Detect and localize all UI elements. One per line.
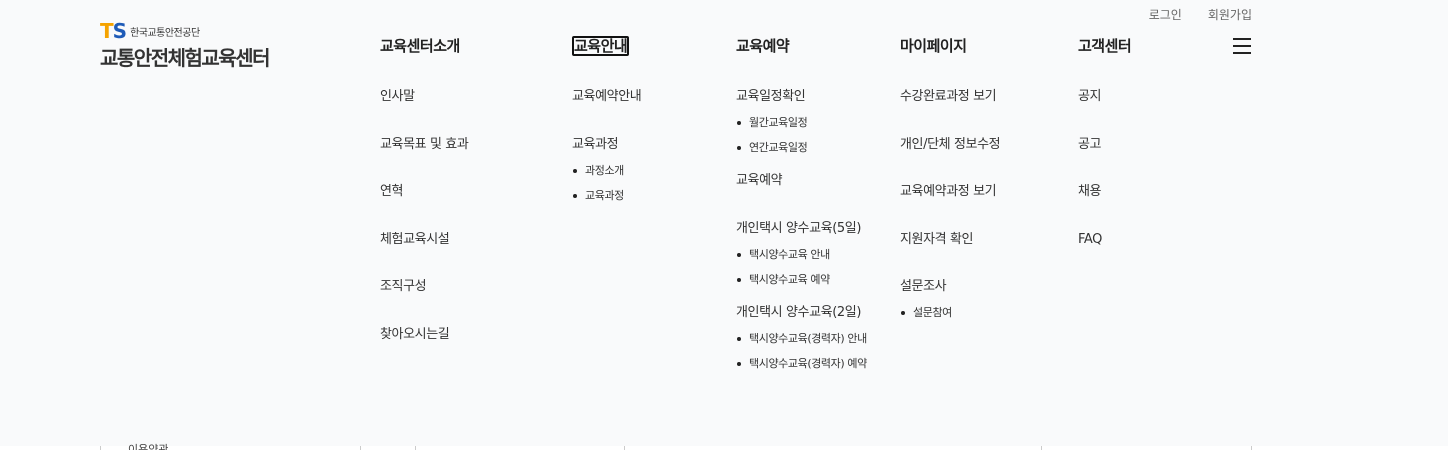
nav-group: 지원자격 확인	[900, 230, 1000, 250]
nav-column: 교육센터소개인사말교육목표 및 효과연혁체험교육시설조직구성찾아오시는길	[380, 36, 469, 345]
nav-items: 수강완료과정 보기 개인/단체 정보수정 교육예약과정 보기 지원자격 확인 설문조사 설…	[900, 87, 1001, 322]
signup-link[interactable]: 회원가입	[1208, 6, 1252, 23]
nav-item[interactable]: 설문조사	[900, 277, 1000, 297]
site-title: 교통안전체험교육센터	[100, 46, 271, 70]
hamburger-menu-icon[interactable]	[1233, 38, 1251, 54]
nav-items: 교육일정확인월간교육일정연간교육일정교육예약개인택시 양수교육(5일) 택시양수교…	[736, 87, 867, 373]
login-link[interactable]: 로그인	[1149, 6, 1182, 23]
divider	[1251, 446, 1252, 450]
nav-sub-list: 과정소개교육과정	[572, 161, 641, 205]
nav-item[interactable]: 교육목표 및 효과	[380, 135, 469, 155]
nav-group: 체험교육시설	[380, 230, 468, 250]
nav-group: 연혁	[380, 182, 468, 202]
nav-item[interactable]: 채용	[1078, 182, 1131, 202]
divider	[100, 446, 101, 450]
nav-title[interactable]: 교육안내	[572, 36, 630, 56]
nav-sub-item[interactable]: 과정소개	[572, 161, 641, 180]
org-name: 한국교통안전공단	[130, 27, 200, 39]
nav-group: 교육예약안내	[572, 87, 642, 107]
nav-sub-list: 설문참여	[900, 303, 1000, 322]
nav-item[interactable]: 교육과정	[572, 135, 641, 155]
nav-item[interactable]: 교육예약안내	[572, 87, 642, 107]
nav-sub-item[interactable]: 택시양수교육(경력자) 예약	[736, 354, 867, 373]
nav-group: 교육목표 및 효과	[380, 135, 469, 155]
divider	[624, 446, 625, 450]
nav-item[interactable]: 교육예약	[736, 171, 867, 191]
nav-group: 교육일정확인월간교육일정연간교육일정	[736, 87, 867, 157]
nav-item[interactable]: 개인/단체 정보수정	[900, 135, 1001, 155]
nav-item[interactable]: 공고	[1078, 135, 1131, 155]
nav-title[interactable]: 교육센터소개	[380, 36, 460, 56]
nav-column: 마이페이지수강완료과정 보기개인/단체 정보수정교육예약과정 보기지원자격 확인…	[900, 36, 1001, 328]
nav-title[interactable]: 교육예약	[736, 36, 790, 56]
nav-group: 개인택시 양수교육(5일) 택시양수교육 안내택시양수교육 예약	[736, 219, 867, 289]
nav-sub-item[interactable]: 택시양수교육 안내	[736, 245, 867, 264]
divider	[360, 446, 361, 450]
nav-group: 채용	[1078, 182, 1131, 202]
mega-menu-panel: 로그인 회원가입 TS 한국교통안전공단 교통안전체험교육센터 교육센터소개인사…	[0, 0, 1448, 446]
nav-item[interactable]: 인사말	[380, 87, 468, 107]
nav-column: 교육예약 교육일정확인 월간교육일정 연간교육일정 교육예약 개인택시 양수교육(5일) 택…	[736, 36, 867, 379]
nav-sub-list: 택시양수교육(경력자) 안내택시양수교육(경력자) 예약	[736, 329, 867, 373]
nav-group: 설문조사설문참여	[900, 277, 1000, 322]
nav-column: 고객센터공지공고채용 FAQ	[1078, 36, 1132, 250]
nav-group: 인사말	[380, 87, 468, 107]
nav-group: 공지	[1078, 87, 1131, 107]
divider	[415, 446, 416, 450]
nav-sub-item[interactable]: 월간교육일정	[736, 113, 867, 132]
nav-title[interactable]: 마이페이지	[900, 36, 967, 56]
nav-sub-list: 택시양수교육 안내택시양수교육 예약	[736, 245, 867, 289]
nav-item[interactable]: 조직구성	[380, 277, 468, 297]
nav-item[interactable]: 개인택시 양수교육(5일)	[736, 219, 867, 239]
nav-group: 개인/단체 정보수정	[900, 135, 1001, 155]
nav-items: 공지공고채용 FAQ	[1078, 87, 1131, 250]
footer-terms-link[interactable]: 이용약관	[128, 441, 168, 450]
nav-item[interactable]: 교육예약과정 보기	[900, 182, 1000, 202]
nav-group: 교육예약	[736, 171, 867, 191]
nav-item[interactable]: 수강완료과정 보기	[900, 87, 1000, 107]
site-logo[interactable]: TS 한국교통안전공단 교통안전체험교육센터	[100, 19, 271, 71]
nav-item[interactable]: 체험교육시설	[380, 230, 468, 250]
nav-sub-item[interactable]: 교육과정	[572, 186, 641, 205]
nav-group: 공고	[1078, 135, 1131, 155]
nav-item[interactable]: 찾아오시는길	[380, 325, 468, 345]
nav-item[interactable]: FAQ	[1078, 230, 1131, 250]
nav-items: 교육예약안내 교육과정 과정소개 교육과정	[572, 87, 642, 205]
nav-sub-list: 월간교육일정연간교육일정	[736, 113, 867, 157]
nav-group: FAQ	[1078, 230, 1131, 250]
nav-column: 교육안내 교육예약안내 교육과정 과정소개 교육과정	[572, 36, 642, 211]
ts-logo-mark: TS	[100, 19, 127, 43]
nav-sub-item[interactable]: 택시양수교육(경력자) 안내	[736, 329, 867, 348]
nav-item[interactable]: 연혁	[380, 182, 468, 202]
nav-group: 교육과정 과정소개 교육과정	[572, 135, 641, 205]
nav-item[interactable]: 지원자격 확인	[900, 230, 1000, 250]
nav-group: 교육예약과정 보기	[900, 182, 1000, 202]
nav-item[interactable]: 개인택시 양수교육(2일)	[736, 303, 867, 323]
footer-strip	[0, 446, 1448, 450]
nav-item[interactable]: 교육일정확인	[736, 87, 867, 107]
nav-sub-item[interactable]: 택시양수교육 예약	[736, 270, 867, 289]
nav-sub-item[interactable]: 설문참여	[900, 303, 1000, 322]
nav-group: 개인택시 양수교육(2일) 택시양수교육(경력자) 안내택시양수교육(경력자) 예…	[736, 303, 867, 373]
nav-items: 인사말교육목표 및 효과연혁체험교육시설조직구성찾아오시는길	[380, 87, 469, 345]
divider	[1041, 446, 1042, 450]
nav-item[interactable]: 공지	[1078, 87, 1131, 107]
utility-links: 로그인 회원가입	[1149, 6, 1252, 23]
nav-group: 찾아오시는길	[380, 325, 468, 345]
nav-group: 수강완료과정 보기	[900, 87, 1000, 107]
nav-title[interactable]: 고객센터	[1078, 36, 1132, 56]
nav-group: 조직구성	[380, 277, 468, 297]
nav-sub-item[interactable]: 연간교육일정	[736, 138, 867, 157]
